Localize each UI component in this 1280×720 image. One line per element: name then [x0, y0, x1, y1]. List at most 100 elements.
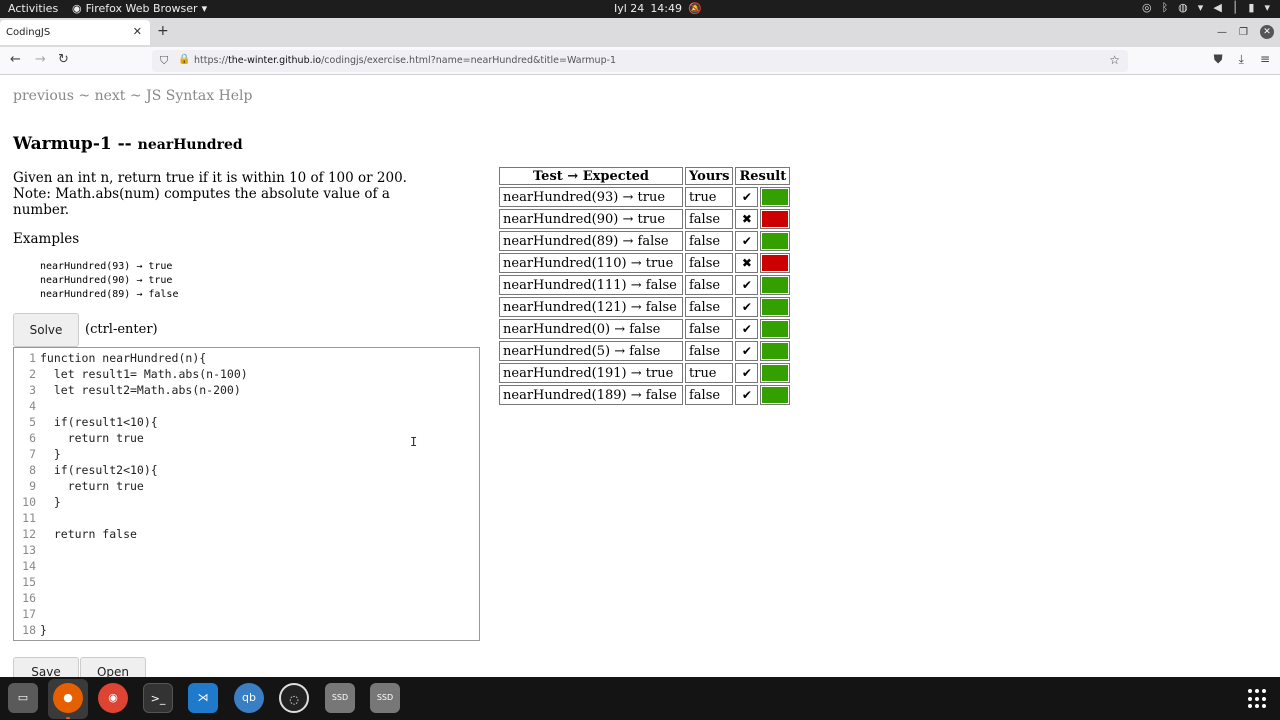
- check-icon: ✔: [735, 319, 759, 339]
- code-line[interactable]: 9 return true: [14, 479, 479, 495]
- system-tray[interactable]: ◎ ᛒ ◍ ▾ ◀ │ ▮ ▾: [1142, 1, 1270, 14]
- result-swatch-cell: [760, 385, 791, 405]
- minimize-icon[interactable]: —: [1217, 27, 1227, 38]
- code-line[interactable]: 3 let result2=Math.abs(n-200): [14, 383, 479, 399]
- microphone-icon[interactable]: │: [1232, 1, 1239, 14]
- result-row: nearHundred(5) → false false ✔: [499, 341, 791, 361]
- code-line[interactable]: 7 }: [14, 447, 479, 463]
- result-row: nearHundred(121) → false false ✔: [499, 297, 791, 317]
- vscode-icon[interactable]: ⋊: [188, 683, 218, 713]
- back-icon[interactable]: ←: [10, 52, 21, 67]
- obs-icon[interactable]: ◌: [279, 683, 309, 713]
- activities-button[interactable]: Activities: [8, 2, 58, 15]
- terminal-icon[interactable]: >_: [143, 683, 173, 713]
- save-button[interactable]: Save: [13, 657, 79, 677]
- wifi-icon[interactable]: ▾: [1198, 1, 1204, 14]
- open-button[interactable]: Open: [80, 657, 146, 677]
- url-bar[interactable]: ⛉ 🔒 https://the-winter.github.io/codingj…: [152, 50, 1128, 72]
- previous-link[interactable]: previous: [13, 88, 74, 104]
- code-line[interactable]: 1 function nearHundred(n){: [14, 351, 479, 367]
- code-line[interactable]: 2 let result1= Math.abs(n-100): [14, 367, 479, 383]
- new-tab-icon[interactable]: +: [157, 23, 169, 39]
- tab-codingjs[interactable]: CodingJS ✕: [0, 20, 150, 45]
- code-line[interactable]: 12 return false: [14, 527, 479, 543]
- menu-icon[interactable]: ≡: [1260, 52, 1270, 67]
- line-number: 18: [22, 623, 36, 637]
- code-line[interactable]: 15: [14, 575, 479, 591]
- syntax-help-link[interactable]: JS Syntax Help: [146, 88, 252, 104]
- code-line[interactable]: 18}: [14, 623, 479, 639]
- clock-time: 14:49: [650, 2, 683, 15]
- your-output: false: [685, 297, 734, 317]
- line-number: 9: [29, 479, 36, 493]
- files-icon[interactable]: ▭: [8, 683, 38, 713]
- code-line[interactable]: 16: [14, 591, 479, 607]
- results-table: Test → Expected Yours Result nearHundred…: [497, 165, 792, 407]
- code-line[interactable]: 5 if(result1<10){: [14, 415, 479, 431]
- code-editor[interactable]: I 1 function nearHundred(n){2 let result1…: [13, 347, 480, 641]
- line-number: 2: [29, 367, 36, 381]
- title-main: Warmup-1 --: [13, 134, 138, 154]
- close-window-icon[interactable]: ✕: [1260, 25, 1274, 39]
- vpn-icon[interactable]: ◍: [1178, 1, 1188, 14]
- firefox-icon[interactable]: ●: [53, 683, 83, 713]
- lock-icon[interactable]: 🔒: [178, 54, 190, 65]
- reload-icon[interactable]: ↻: [58, 52, 69, 67]
- battery-icon[interactable]: ▮: [1248, 1, 1254, 14]
- ssd-drive-icon[interactable]: SSD: [370, 683, 400, 713]
- pocket-icon[interactable]: ⛊: [1214, 52, 1223, 67]
- your-output: true: [685, 363, 734, 383]
- result-swatch-cell: [760, 253, 791, 273]
- clock[interactable]: Iyl 24 14:49 🔕: [614, 2, 702, 15]
- firefox-small-icon: ◉: [72, 2, 82, 15]
- system-top-bar: Activities ◉ Firefox Web Browser ▾ Iyl 2…: [0, 0, 1280, 18]
- code-line[interactable]: 11: [14, 511, 479, 527]
- title-function: nearHundred: [137, 137, 243, 153]
- volume-icon[interactable]: ◀: [1213, 1, 1221, 14]
- running-indicator: [66, 717, 70, 719]
- code-line[interactable]: 17: [14, 607, 479, 623]
- code-line[interactable]: 8 if(result2<10){: [14, 463, 479, 479]
- app-menu[interactable]: ◉ Firefox Web Browser ▾: [72, 2, 207, 15]
- chrome-icon[interactable]: ◉: [98, 683, 128, 713]
- pass-swatch: [762, 343, 789, 359]
- shield-icon[interactable]: ⛉: [160, 54, 168, 68]
- code-text: return false: [40, 527, 137, 541]
- line-number: 15: [22, 575, 36, 589]
- result-swatch-cell: [760, 363, 791, 383]
- code-line[interactable]: 10 }: [14, 495, 479, 511]
- ssd-drive-icon[interactable]: SSD: [325, 683, 355, 713]
- clock-date: Iyl 24: [614, 2, 645, 15]
- result-swatch-cell: [760, 319, 791, 339]
- code-text: function nearHundred(n){: [40, 351, 207, 365]
- page-content: previous ~ next ~ JS Syntax Help Warmup-…: [0, 76, 1280, 677]
- your-output: false: [685, 209, 734, 229]
- line-number: 11: [22, 511, 36, 525]
- qbittorrent-icon[interactable]: qb: [234, 683, 264, 713]
- line-number: 1: [29, 351, 36, 365]
- code-line[interactable]: 14: [14, 559, 479, 575]
- next-link[interactable]: next: [95, 88, 126, 104]
- code-line[interactable]: 13: [14, 543, 479, 559]
- header-test: Test → Expected: [499, 167, 683, 185]
- your-output: false: [685, 275, 734, 295]
- bookmark-star-icon[interactable]: ☆: [1109, 53, 1120, 67]
- downloads-icon[interactable]: ⤓: [1239, 52, 1244, 67]
- example-item: nearHundred(90) → true: [40, 275, 173, 286]
- code-text: return true: [40, 479, 144, 493]
- close-tab-icon[interactable]: ✕: [133, 25, 142, 38]
- solve-button[interactable]: Solve: [13, 313, 79, 347]
- bluetooth-icon[interactable]: ᛒ: [1162, 1, 1169, 14]
- chevron-down-icon[interactable]: ▾: [1264, 1, 1270, 14]
- restore-icon[interactable]: ❐: [1239, 27, 1248, 38]
- page-title: Warmup-1 -- nearHundred: [13, 134, 243, 154]
- obs-tray-icon[interactable]: ◎: [1142, 1, 1152, 14]
- forward-icon[interactable]: →: [35, 52, 46, 67]
- code-line[interactable]: 4: [14, 399, 479, 415]
- code-line[interactable]: 6 return true: [14, 431, 479, 447]
- check-icon: ✔: [735, 275, 759, 295]
- check-icon: ✔: [735, 363, 759, 383]
- pass-swatch: [762, 387, 789, 403]
- show-applications-icon[interactable]: [1248, 689, 1268, 709]
- result-row: nearHundred(189) → false false ✔: [499, 385, 791, 405]
